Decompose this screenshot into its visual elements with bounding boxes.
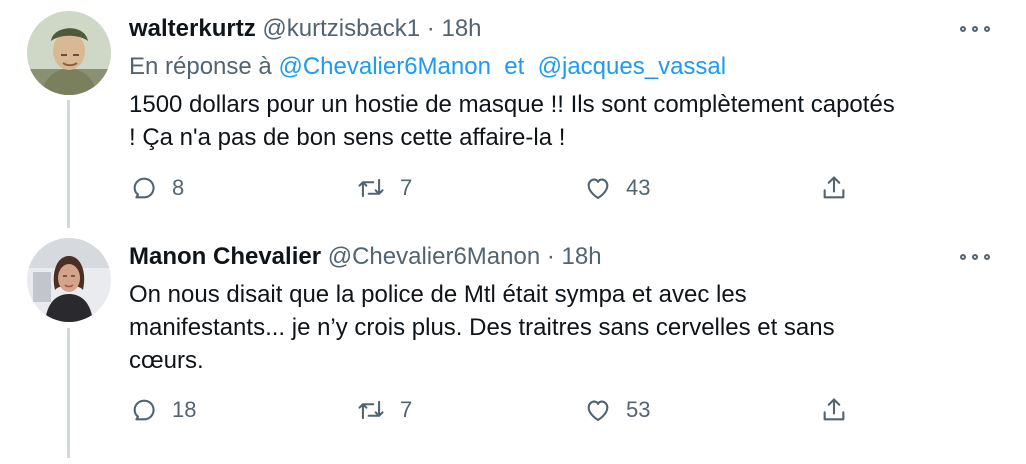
more-icon xyxy=(960,26,966,32)
display-name[interactable]: Manon Chevalier xyxy=(129,243,321,270)
mention-link[interactable]: @Chevalier6Manon xyxy=(278,53,490,80)
tweet-text: On nous disait que la police de Mtl étai… xyxy=(129,278,999,377)
tweet-text-line: cœurs. xyxy=(129,347,204,374)
more-options-button[interactable] xyxy=(960,251,990,263)
separator-dot: · xyxy=(426,15,435,42)
tweet[interactable]: Manon Chevalier @Chevalier6Manon · 18h O… xyxy=(0,232,1026,464)
more-options-button[interactable] xyxy=(960,23,990,35)
tweet-actions: 8 7 43 xyxy=(0,172,1026,204)
reply-button[interactable]: 18 xyxy=(130,394,196,426)
retweet-icon xyxy=(358,400,384,420)
like-count: 43 xyxy=(626,175,651,200)
retweet-count: 7 xyxy=(400,397,413,422)
like-icon xyxy=(587,178,609,199)
timestamp[interactable]: 18h xyxy=(441,15,481,42)
like-button[interactable]: 53 xyxy=(584,394,650,426)
tweet-actions: 18 7 53 xyxy=(0,394,1026,426)
retweet-count: 7 xyxy=(400,175,413,200)
retweet-button[interactable]: 7 xyxy=(356,394,412,426)
separator-dot: · xyxy=(546,243,555,270)
display-name[interactable]: walterkurtz xyxy=(129,15,256,42)
retweet-icon xyxy=(358,178,384,198)
thread-line xyxy=(67,328,70,458)
reply-button[interactable]: 8 xyxy=(130,172,184,204)
reply-icon xyxy=(133,399,155,421)
like-count: 53 xyxy=(626,397,651,422)
reply-count: 8 xyxy=(172,175,185,200)
reply-count: 18 xyxy=(172,397,197,422)
tweet-text-line: manifestants... je n’y crois plus. Des t… xyxy=(129,314,835,341)
user-handle[interactable]: @Chevalier6Manon xyxy=(328,243,540,270)
tweet[interactable]: walterkurtz @kurtzisback1 · 18h En répon… xyxy=(0,0,1026,232)
like-icon xyxy=(587,400,609,421)
reply-prefix: En réponse à xyxy=(129,53,272,80)
avatar[interactable] xyxy=(27,11,111,95)
reply-context: En réponse à @Chevalier6Manon et @jacque… xyxy=(129,52,726,82)
mention-link[interactable]: @jacques_vassal xyxy=(538,53,726,80)
share-button[interactable] xyxy=(820,394,848,426)
retweet-button[interactable]: 7 xyxy=(356,172,412,204)
share-button[interactable] xyxy=(820,172,848,204)
tweet-header: Manon Chevalier @Chevalier6Manon · 18h xyxy=(129,242,602,272)
tweet-text: 1500 dollars pour un hostie de masque !!… xyxy=(129,88,999,154)
like-button[interactable]: 43 xyxy=(584,172,650,204)
tweet-text-line: 1500 dollars pour un hostie de masque !!… xyxy=(129,91,895,118)
tweet-text-line: On nous disait que la police de Mtl étai… xyxy=(129,281,747,308)
share-icon xyxy=(823,176,845,199)
reply-joiner: et xyxy=(504,53,525,80)
share-icon xyxy=(823,398,845,421)
reply-icon xyxy=(133,177,155,199)
timestamp[interactable]: 18h xyxy=(562,243,602,270)
tweet-text-line: ! Ça n'a pas de bon sens cette affaire-l… xyxy=(129,124,566,151)
avatar[interactable] xyxy=(27,238,111,322)
thread-line xyxy=(67,100,70,228)
tweet-header: walterkurtz @kurtzisback1 · 18h xyxy=(129,14,482,44)
user-handle[interactable]: @kurtzisback1 xyxy=(262,15,420,42)
more-icon xyxy=(960,254,966,260)
